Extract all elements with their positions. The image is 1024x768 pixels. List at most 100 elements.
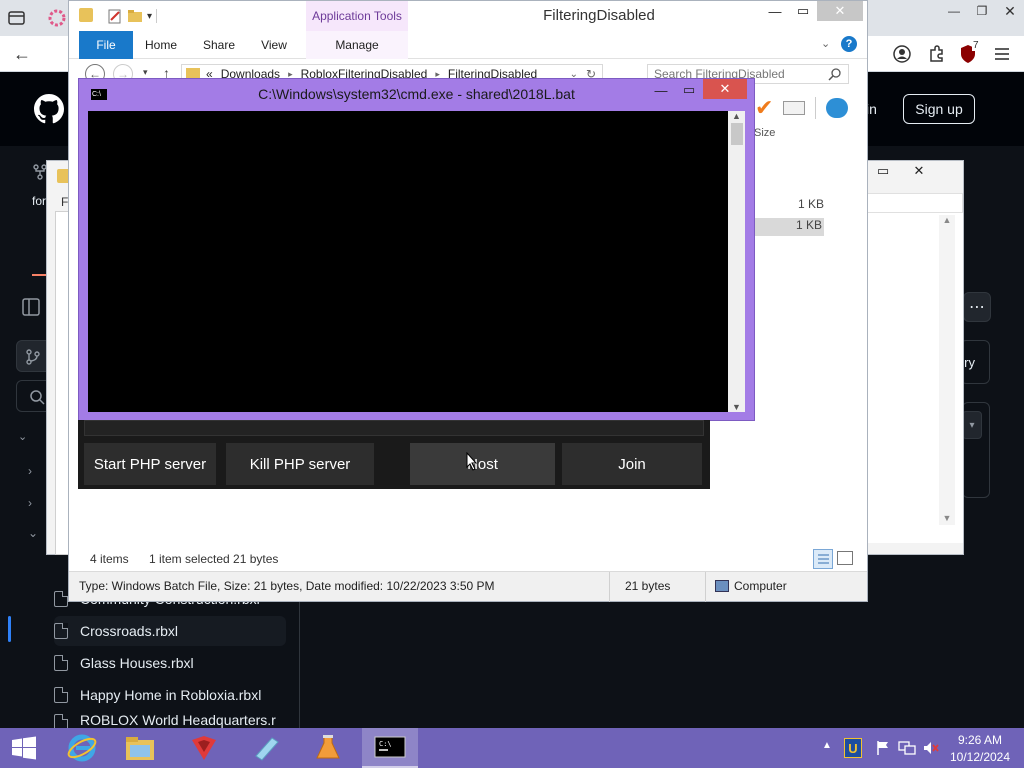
file-item[interactable]: ROBLOX World Headquarters.r [54,712,286,728]
file-item[interactable]: Glass Houses.rbxl [54,648,286,678]
code-panel-edge: ▾ [962,402,990,498]
mouse-cursor-icon [466,452,478,472]
globe-icon[interactable] [826,98,849,118]
taskbar: C:\ ▲ U 9:26 AM 10/12/2024 [0,728,1024,768]
browser-menu-icon[interactable] [6,8,28,28]
history-link[interactable]: ry [960,340,990,384]
file-name: ROBLOX World Headquarters.r [80,712,276,728]
back-window-maximize-button[interactable]: ▭ [869,161,897,181]
cmd-close-button[interactable]: ✕ [703,79,747,99]
cmd-window: C:\ C:\Windows\system32\cmd.exe - shared… [78,78,755,421]
tree-chevron-right-icon[interactable]: › [28,496,32,510]
file-icon [54,623,68,639]
launcher-input-bar[interactable] [84,420,704,436]
tab-view[interactable]: View [253,31,295,59]
tab-home[interactable]: Home [139,31,183,59]
details-view-icon[interactable] [813,549,833,569]
start-php-server-button[interactable]: Start PHP server [84,443,216,485]
ribbon-expand-chevron-icon[interactable]: ⌄ [821,37,830,50]
network-icon[interactable] [898,740,916,756]
file-icon [54,655,68,671]
roblox-studio-icon[interactable] [176,728,232,768]
fork-icon [33,164,47,180]
tray-app-icon[interactable]: U [844,738,862,758]
cmd-window-title: C:\Windows\system32\cmd.exe - shared\201… [258,86,575,102]
large-icons-view-icon[interactable] [837,551,853,565]
file-size-selected: 1 KB [754,218,824,236]
action-center-flag-icon[interactable] [875,740,891,756]
cmd-minimize-button[interactable]: — [647,79,675,101]
size-column-header[interactable]: Size [754,127,775,139]
start-button[interactable] [0,728,48,768]
browser-menu-button[interactable] [992,45,1012,63]
explorer-title-bar: ▾ Application Tools FilteringDisabled — … [69,1,867,31]
cmd-taskbar-icon[interactable]: C:\ [362,728,418,768]
host-button[interactable]: Host [410,443,555,485]
tab-share[interactable]: Share [195,31,243,59]
launcher-panel: Start PHP server Kill PHP server Host Jo… [78,420,710,489]
explorer-close-button[interactable]: ✕ [817,1,863,21]
new-folder-icon[interactable] [127,8,143,24]
tree-chevron-down-icon[interactable]: ⌄ [28,526,38,540]
windows-logo-icon [12,736,36,760]
flask-icon[interactable] [300,728,356,768]
join-button[interactable]: Join [562,443,702,485]
item-count: 4 items [90,552,129,566]
recent-locations-icon[interactable]: ▾ [143,67,148,78]
paint-icon[interactable] [238,728,294,768]
tray-overflow-icon[interactable]: ▲ [822,740,832,751]
file-size: 1 KB [797,197,824,211]
internet-explorer-icon[interactable] [54,728,110,768]
browser-restore-button[interactable]: ❐ [968,0,996,22]
browser-minimize-button[interactable]: — [940,0,968,22]
cmd-console[interactable] [88,111,728,412]
cmd-icon: C:\ [91,89,107,100]
github-logo-icon[interactable] [34,94,64,124]
back-window-scrollbar[interactable]: ▲ ▼ [939,215,955,525]
volume-muted-icon[interactable] [922,740,940,756]
checkmark-icon[interactable]: ✔ [755,95,773,121]
application-tools-context-tab: Application Tools [306,1,408,31]
ublock-icon[interactable]: 7 [958,40,982,66]
clock-date[interactable]: 10/12/2024 [948,750,1012,764]
back-window-search[interactable] [867,193,963,213]
svg-text:C:\: C:\ [379,740,392,748]
properties-icon[interactable] [107,8,123,24]
tree-chevron-right-icon[interactable]: › [28,464,32,478]
file-details: Type: Windows Batch File, Size: 21 bytes… [79,579,495,593]
cmd-scroll-thumb[interactable] [730,123,743,145]
back-window-close-button[interactable]: ✕ [897,161,941,181]
extensions-icon[interactable] [926,44,946,64]
kill-php-server-button[interactable]: Kill PHP server [226,443,374,485]
file-name: Glass Houses.rbxl [80,655,194,671]
customize-toolbar-icon[interactable]: ▾ [147,11,152,22]
selection-info: 1 item selected 21 bytes [149,552,279,566]
sign-up-button[interactable]: Sign up [903,94,975,124]
sidebar-collapse-icon[interactable] [20,296,42,318]
cmd-maximize-button[interactable]: ▭ [675,79,703,101]
help-icon[interactable]: ? [841,36,857,52]
file-item[interactable]: Happy Home in Robloxia.rbxl [54,680,286,710]
explorer-minimize-button[interactable]: — [761,1,789,21]
ribbon-tabs: File Home Share View Manage ⌄ ? [69,31,867,59]
clock-time[interactable]: 9:26 AM [948,733,1012,747]
file-icon [54,687,68,703]
dropdown-caret-icon[interactable]: ▾ [962,411,982,439]
explorer-view-icons: ✔ [755,93,865,123]
more-options-button[interactable]: ⋯ [963,292,991,322]
tab-manage[interactable]: Manage [306,31,408,59]
preview-pane-icon[interactable] [783,101,806,115]
tree-chevron-down-icon[interactable]: ⌄ [18,430,34,446]
cmd-scrollbar[interactable]: ▲ ▼ [728,111,745,412]
tab-favicon-icon[interactable] [48,9,66,27]
search-icon[interactable] [828,67,842,81]
account-icon[interactable] [892,44,912,64]
selected-file-indicator [8,616,11,642]
explorer-maximize-button[interactable]: ▭ [789,1,817,21]
browser-close-button[interactable]: ✕ [996,0,1024,22]
file-item-selected[interactable]: Crossroads.rbxl [54,616,286,646]
tab-file[interactable]: File [79,31,133,59]
fork-label: for [32,194,47,208]
file-explorer-icon[interactable] [112,728,168,768]
back-button[interactable]: ← [4,39,40,69]
